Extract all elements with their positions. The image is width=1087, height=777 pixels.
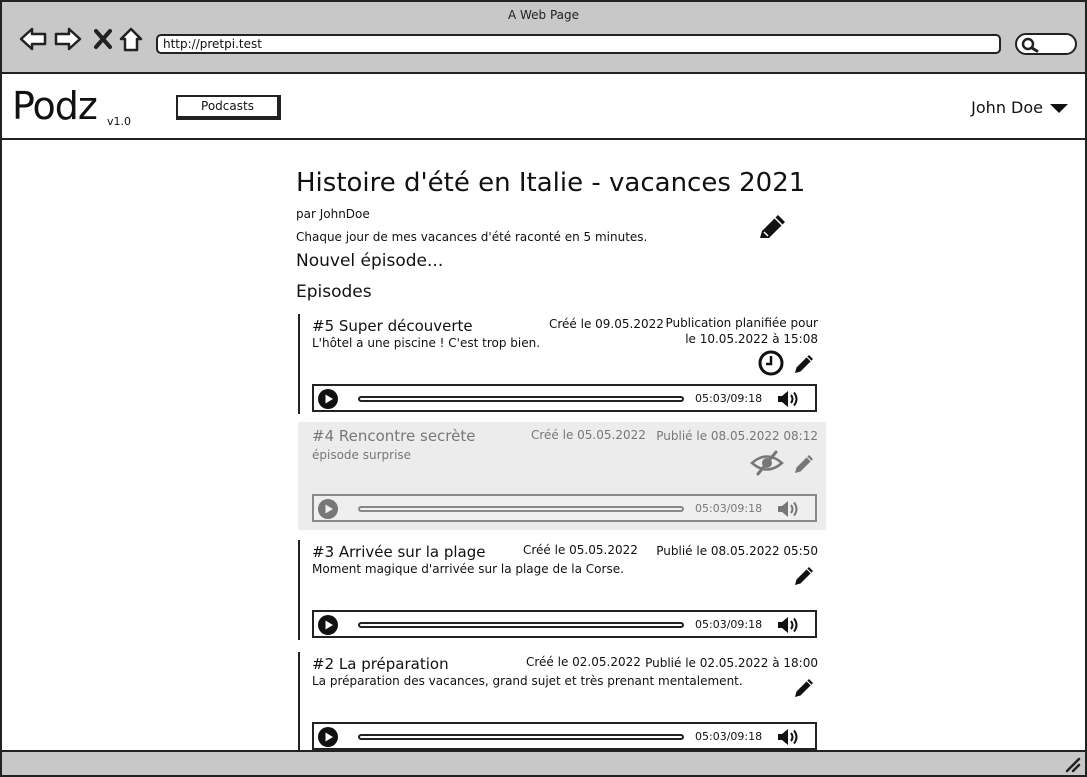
app-logo[interactable]: Podz — [12, 84, 98, 128]
pencil-icon — [795, 679, 813, 697]
app-version: v1.0 — [107, 115, 132, 128]
episode-status-line: Publié le 08.05.2022 08:12 — [656, 429, 818, 443]
play-icon[interactable] — [318, 499, 338, 519]
episode-card: #3 Arrivée sur la plage Moment magique d… — [298, 540, 826, 640]
browser-toolbar: A Web Page http://pretpi.test — [2, 2, 1085, 74]
play-icon[interactable] — [318, 389, 338, 409]
pencil-icon — [795, 567, 813, 585]
edit-episode-button[interactable] — [792, 350, 818, 376]
user-menu[interactable]: John Doe — [971, 98, 1069, 117]
episode-card-hidden: #4 Rencontre secrète épisode surprise Cr… — [298, 422, 826, 530]
episode-status: Publication planifiée pour le 10.05.2022… — [665, 315, 818, 347]
episode-title[interactable]: #4 Rencontre secrète — [312, 427, 475, 445]
episode-actions — [750, 450, 818, 476]
search-icon — [1021, 37, 1039, 53]
audio-time: 05:03/09:18 — [695, 392, 763, 405]
episode-description: L'hôtel a une piscine ! C'est trop bien. — [312, 336, 541, 350]
back-arrow-icon — [19, 27, 47, 51]
audio-time: 05:03/09:18 — [695, 502, 763, 515]
edit-episode-button[interactable] — [792, 450, 818, 476]
podcast-author: par JohnDoe — [296, 207, 370, 221]
volume-icon[interactable] — [776, 727, 802, 747]
audio-player: 05:03/09:18 — [312, 610, 817, 638]
forward-button[interactable] — [53, 24, 83, 54]
audio-player: 05:03/09:18 — [312, 384, 817, 412]
episode-status-line: Publié le 02.05.2022 à 18:00 — [645, 656, 818, 670]
episode-status: Publié le 08.05.2022 08:12 — [656, 428, 818, 444]
episode-status-line: Publication planifiée pour — [665, 316, 818, 330]
scheduled-clock-button[interactable] — [758, 350, 784, 376]
episode-actions — [792, 562, 818, 588]
episode-divider — [298, 314, 300, 414]
pencil-icon — [760, 215, 785, 238]
episode-card: #5 Super découverte L'hôtel a une piscin… — [298, 314, 826, 414]
episodes-heading: Episodes — [296, 282, 372, 302]
pencil-icon — [795, 455, 813, 473]
browser-search-field[interactable] — [1015, 33, 1077, 55]
episode-actions — [792, 674, 818, 700]
audio-progress-track[interactable] — [358, 506, 684, 512]
audio-player: 05:03/09:18 — [312, 494, 817, 522]
episode-created-date: Créé le 05.05.2022 — [531, 428, 646, 442]
user-name: John Doe — [971, 98, 1043, 117]
home-icon — [119, 27, 143, 52]
volume-icon[interactable] — [776, 615, 802, 635]
play-icon[interactable] — [318, 615, 338, 635]
new-episode-link[interactable]: Nouvel épisode... — [296, 251, 443, 271]
episode-created-date: Créé le 05.05.2022 — [523, 543, 638, 557]
audio-time: 05:03/09:18 — [695, 618, 763, 631]
clock-icon — [758, 350, 784, 376]
episode-title[interactable]: #5 Super découverte — [312, 317, 473, 335]
url-input[interactable]: http://pretpi.test — [156, 34, 1001, 54]
episode-created-date: Créé le 02.05.2022 — [526, 655, 641, 669]
episode-divider — [298, 652, 300, 750]
podcast-title: Histoire d'été en Italie - vacances 2021 — [296, 168, 806, 198]
episode-description: La préparation des vacances, grand sujet… — [312, 674, 743, 688]
episode-created-date: Créé le 09.05.2022 — [549, 317, 664, 331]
episode-status: Publié le 08.05.2022 05:50 — [656, 543, 818, 559]
app-header: Podz v1.0 Podcasts John Doe — [2, 76, 1085, 140]
audio-progress-track[interactable] — [358, 622, 684, 628]
edit-episode-button[interactable] — [792, 562, 818, 588]
home-button[interactable] — [116, 24, 146, 54]
window-title: A Web Page — [507, 8, 580, 22]
edit-episode-button[interactable] — [792, 674, 818, 700]
close-x-icon — [94, 29, 112, 49]
episode-actions — [758, 350, 818, 376]
volume-icon[interactable] — [776, 389, 802, 409]
edit-podcast-button[interactable] — [756, 212, 788, 242]
stop-button[interactable] — [88, 24, 118, 54]
episode-title[interactable]: #2 La préparation — [312, 655, 449, 673]
episode-description: Moment magique d'arrivée sur la plage de… — [312, 562, 624, 576]
browser-window: A Web Page http://pretpi.test Podz v1.0 … — [0, 0, 1087, 777]
episode-status: Publié le 02.05.2022 à 18:00 — [645, 655, 818, 671]
episode-card: #2 La préparation La préparation des vac… — [298, 652, 826, 750]
volume-icon[interactable] — [776, 499, 802, 519]
podcasts-button[interactable]: Podcasts — [176, 95, 281, 120]
browser-status-bar — [2, 750, 1085, 775]
episode-divider — [298, 540, 300, 640]
episode-status-line: Publié le 08.05.2022 05:50 — [656, 544, 818, 558]
pencil-icon — [795, 355, 813, 373]
main-content: Histoire d'été en Italie - vacances 2021… — [296, 140, 836, 750]
eye-slash-icon — [750, 450, 784, 476]
audio-time: 05:03/09:18 — [695, 730, 763, 743]
chevron-down-icon — [1050, 103, 1068, 113]
episode-title[interactable]: #3 Arrivée sur la plage — [312, 543, 486, 561]
audio-progress-track[interactable] — [358, 396, 684, 402]
back-button[interactable] — [18, 24, 48, 54]
podcast-description: Chaque jour de mes vacances d'été racont… — [296, 230, 648, 244]
visibility-toggle-button[interactable] — [750, 450, 784, 476]
play-icon[interactable] — [318, 727, 338, 747]
audio-player: 05:03/09:18 — [312, 722, 817, 750]
episode-description: épisode surprise — [312, 448, 412, 462]
episode-status-line: le 10.05.2022 à 15:08 — [685, 332, 818, 346]
audio-progress-track[interactable] — [358, 734, 684, 740]
resize-grip-icon[interactable] — [1063, 755, 1081, 773]
forward-arrow-icon — [54, 27, 82, 51]
